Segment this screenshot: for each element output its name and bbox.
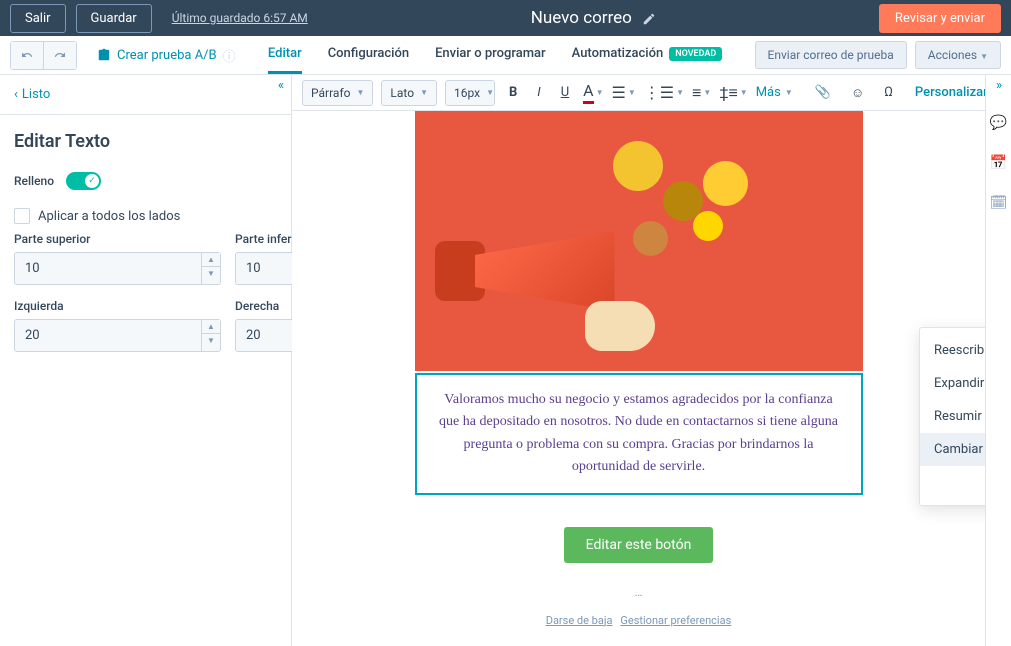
label-top: Parte superior (14, 232, 221, 246)
apply-all-label: Aplicar a todos los lados (38, 209, 180, 224)
panel-title: Editar Texto (0, 115, 291, 162)
top-bar: Salir Guardar Último guardado 6:57 AM Nu… (0, 0, 1011, 36)
italic-button[interactable]: I (531, 81, 546, 104)
badge-new: NOVEDAD (669, 47, 722, 61)
ab-test-link[interactable]: Crear prueba A/B ⓘ (97, 46, 236, 65)
ai-context-menu: Reescribir Expandir Resumir Cambiar tono… (919, 327, 985, 506)
info-icon: ⓘ (223, 46, 236, 65)
tab-edit[interactable]: Editar (268, 36, 302, 74)
align-button[interactable]: ☰▼ (612, 83, 636, 102)
stepper-up[interactable]: ▲ (202, 253, 220, 267)
attachment-icon[interactable]: 📎 (809, 81, 837, 104)
comments-icon[interactable]: 💬 (990, 115, 1007, 131)
breadcrumb-back[interactable]: ‹ Listo (14, 87, 277, 102)
text-toolbar: Párrafo▼ Lato▼ 16px▼ B I U A▼ ☰▼ ⋮☰▼ ≡▼ … (292, 75, 985, 111)
text-color-button[interactable]: A▼ (583, 81, 603, 104)
unsubscribe-link[interactable]: Darse de baja (546, 614, 613, 627)
schedule-icon[interactable]: 🗓 (990, 195, 1008, 211)
fill-toggle[interactable] (66, 172, 101, 190)
personalize-button[interactable]: Personalizar (915, 85, 985, 100)
stepper-up[interactable]: ▲ (202, 320, 220, 334)
left-panel: « ‹ Listo Editar Texto Relleno Aplicar a… (0, 75, 292, 646)
right-rail: » 💬 📅 🗓 (985, 75, 1011, 646)
menu-summarize[interactable]: Resumir (920, 400, 985, 433)
cta-button[interactable]: Editar este botón (564, 527, 714, 563)
exit-button[interactable]: Salir (10, 4, 66, 33)
menu-change-tone[interactable]: Cambiar tono› (920, 433, 985, 466)
list-ul-button[interactable]: ⋮☰▼ (644, 83, 684, 102)
tab-send[interactable]: Enviar o programar (435, 36, 546, 74)
redo-button[interactable] (44, 42, 76, 69)
padding-top-input[interactable] (15, 253, 201, 284)
edit-title-icon[interactable] (642, 8, 656, 28)
calendar-icon[interactable]: 📅 (990, 155, 1007, 171)
actions-dropdown[interactable]: Acciones ▼ (915, 41, 1001, 69)
collapse-left-icon[interactable]: « (271, 75, 291, 95)
page-title: Nuevo correo (531, 8, 632, 28)
special-char-icon[interactable]: Ω (878, 81, 899, 104)
save-button[interactable]: Guardar (76, 4, 152, 33)
preferences-link[interactable]: Gestionar preferencias (620, 614, 731, 627)
body-paragraph[interactable]: Valoramos mucho su negocio y estamos agr… (437, 389, 841, 479)
send-test-button[interactable]: Enviar correo de prueba (755, 41, 907, 69)
fill-label: Relleno (14, 174, 54, 188)
hero-image[interactable] (415, 111, 863, 371)
menu-expand[interactable]: Expandir (920, 367, 985, 400)
font-select[interactable]: Lato▼ (381, 80, 437, 106)
footer-ellipsis: … (415, 581, 863, 603)
more-dropdown[interactable]: Más▼ (756, 85, 793, 100)
email-body: Valoramos mucho su negocio y estamos agr… (415, 111, 863, 646)
padding-left-input[interactable] (15, 320, 201, 351)
list-ol-button[interactable]: ≡▼ (692, 83, 711, 103)
undo-button[interactable] (11, 42, 44, 69)
canvas-area: Párrafo▼ Lato▼ 16px▼ B I U A▼ ☰▼ ⋮☰▼ ≡▼ … (292, 75, 985, 646)
apply-all-checkbox[interactable] (14, 208, 30, 224)
tab-automation[interactable]: Automatización NOVEDAD (572, 36, 723, 74)
underline-button[interactable]: U (555, 81, 575, 104)
stepper-down[interactable]: ▼ (202, 267, 220, 281)
review-send-button[interactable]: Revisar y enviar (879, 4, 1001, 33)
line-height-button[interactable]: ‡≡▼ (719, 83, 747, 103)
size-select[interactable]: 16px▼ (445, 80, 495, 106)
label-left: Izquierda (14, 299, 221, 313)
format-select[interactable]: Párrafo▼ (302, 80, 373, 106)
bold-button[interactable]: B (503, 81, 523, 104)
last-saved-link[interactable]: Último guardado 6:57 AM (172, 11, 308, 25)
stepper-down[interactable]: ▼ (202, 334, 220, 348)
sub-bar: Crear prueba A/B ⓘ Editar Configuración … (0, 36, 1011, 75)
emoji-icon[interactable]: ☺ (845, 81, 870, 105)
tab-config[interactable]: Configuración (328, 36, 409, 74)
text-block-selected[interactable]: Valoramos mucho su negocio y estamos agr… (415, 373, 863, 495)
collapse-right-icon[interactable]: » (986, 75, 1011, 95)
menu-rewrite[interactable]: Reescribir (920, 334, 985, 367)
